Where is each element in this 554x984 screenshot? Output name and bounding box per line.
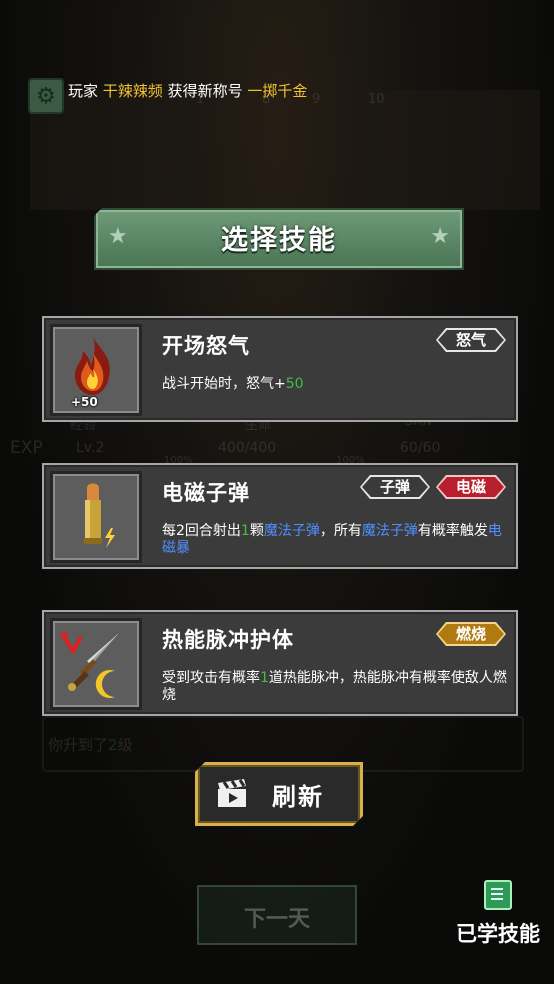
skill-name: 开场怒气 [162,334,250,358]
announcement-text: 玩家 干辣辣频 获得新称号 一掷千金 [68,82,308,100]
skill-tags: 子弹 电磁 [360,475,506,499]
refresh-button[interactable]: 刷新 [195,762,363,826]
skill-icon-frame: +50 [50,324,142,416]
learned-skills-label: 已学技能 [456,922,540,946]
skill-card-thermal-pulse[interactable]: 热能脉冲护体 燃烧 受到攻击有概率1道热能脉冲，热能脉冲有概率使敌人燃烧 [42,610,518,716]
sword-moon-icon [59,631,119,698]
refresh-label: 刷新 [272,783,324,811]
bullet-icon [84,483,115,548]
icon-badge: +50 [71,395,98,409]
announcement-ticker: ⚙ 玩家 干辣辣频 获得新称号 一掷千金 [28,76,358,114]
skill-select-banner: ★ 选择技能 ★ [94,208,464,270]
skill-tag: 电磁 [436,475,506,499]
skill-card-em-bullet[interactable]: 电磁子弹 子弹 电磁 每2回合射出1颗魔法子弹，所有魔法子弹有概率触发电磁暴 [42,463,518,569]
skill-tag: 燃烧 [436,622,506,646]
skill-tags: 燃烧 [436,622,506,646]
learned-skills-button[interactable]: 已学技能 [450,880,546,948]
skill-card-opening-rage[interactable]: +50 开场怒气 怒气 战斗开始时，怒气+50 [42,316,518,422]
next-day-label: 下一天 [243,907,310,932]
skill-description: 战斗开始时，怒气+50 [162,376,304,392]
skill-tags: 怒气 [436,328,506,352]
panel-title: 选择技能 [221,225,337,256]
skill-name: 电磁子弹 [162,481,250,505]
skill-name: 热能脉冲护体 [162,628,294,652]
skill-tag: 怒气 [436,328,506,352]
settings-gear-icon[interactable]: ⚙ [28,78,64,114]
skill-icon-frame [50,471,142,563]
skill-description: 每2回合射出1颗魔法子弹，所有魔法子弹有概率触发电磁暴 [162,523,502,556]
next-day-button[interactable]: 下一天 [197,885,357,945]
skill-tag: 子弹 [360,475,430,499]
skill-book-icon [484,880,512,910]
skill-description: 受到攻击有概率1道热能脉冲，热能脉冲有概率使敌人燃烧 [162,670,507,703]
clapperboard-icon [216,779,250,809]
star-icon: ★ [430,224,450,249]
skill-icon-frame [50,618,142,710]
